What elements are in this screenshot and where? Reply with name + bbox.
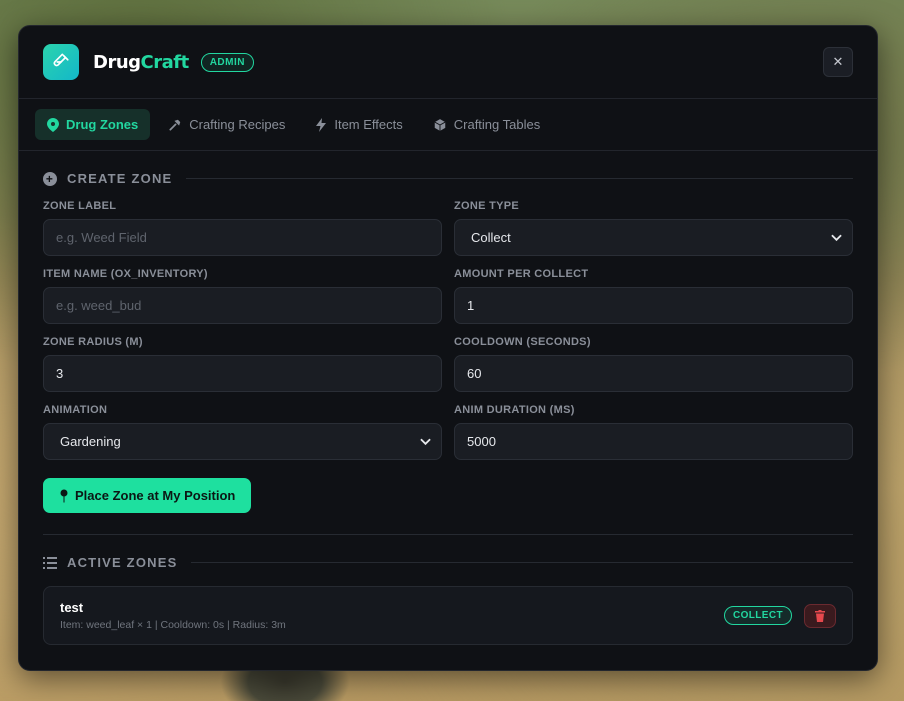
tab-item-effects[interactable]: Item Effects bbox=[303, 109, 414, 140]
field-label: ZONE LABEL bbox=[43, 200, 117, 212]
panel-header: DrugCraft ADMIN ✕ bbox=[19, 26, 877, 99]
animation-field: ANIMATION Gardening bbox=[43, 404, 442, 460]
tab-bar: Drug Zones Crafting Recipes Item Effects… bbox=[19, 99, 877, 151]
zone-radius-field: ZONE RADIUS (M) 3 bbox=[43, 336, 442, 392]
zone-info: test Item: weed_leaf × 1 | Cooldown: 0s … bbox=[60, 600, 286, 631]
cooldown-input[interactable]: 60 bbox=[454, 355, 853, 392]
brand-logo: DrugCraft bbox=[93, 52, 189, 73]
zone-type-field: ZONE TYPE Collect bbox=[454, 200, 853, 256]
anim-duration-field: ANIM DURATION (MS) 5000 bbox=[454, 404, 853, 460]
field-label: ANIM DURATION (MS) bbox=[454, 404, 575, 416]
create-zone-form: ZONE LABEL e.g. Weed Field ZONE TYPE Col… bbox=[43, 200, 853, 472]
brand-part-1: Drug bbox=[93, 51, 141, 73]
tab-content: + CREATE ZONE ZONE LABEL e.g. Weed Field… bbox=[19, 151, 877, 665]
close-button[interactable]: ✕ bbox=[823, 47, 853, 77]
admin-panel: DrugCraft ADMIN ✕ Drug Zones Crafting Re… bbox=[18, 25, 878, 671]
zone-actions: COLLECT bbox=[723, 603, 836, 628]
tab-label: Item Effects bbox=[334, 117, 403, 132]
field-label: COOLDOWN (SECONDS) bbox=[454, 336, 591, 348]
field-label: ZONE RADIUS (M) bbox=[43, 336, 143, 348]
zone-name: test bbox=[60, 600, 84, 615]
tab-label: Crafting Tables bbox=[453, 117, 541, 132]
field-label: AMOUNT PER COLLECT bbox=[454, 268, 589, 280]
list-icon bbox=[43, 556, 57, 569]
cooldown-field: COOLDOWN (SECONDS) 60 bbox=[454, 336, 853, 392]
zone-meta: Item: weed_leaf × 1 | Cooldown: 0s | Rad… bbox=[60, 619, 286, 631]
cube-icon bbox=[434, 118, 446, 131]
tab-label: Crafting Recipes bbox=[189, 117, 286, 132]
delete-zone-button[interactable] bbox=[804, 603, 836, 628]
hammer-icon bbox=[169, 119, 181, 131]
select-value: Collect bbox=[471, 230, 511, 245]
pushpin-icon bbox=[60, 489, 68, 502]
tab-crafting-tables[interactable]: Crafting Tables bbox=[421, 109, 552, 140]
chevron-down-icon bbox=[831, 234, 842, 241]
close-icon: ✕ bbox=[832, 54, 844, 69]
map-pin-icon bbox=[47, 117, 59, 132]
bolt-icon bbox=[316, 117, 327, 132]
field-label: ITEM NAME (OX_INVENTORY) bbox=[43, 268, 208, 280]
zone-radius-input[interactable]: 3 bbox=[43, 355, 442, 392]
field-label: ZONE TYPE bbox=[454, 200, 520, 212]
brand-part-2: Craft bbox=[140, 51, 190, 73]
zone-type-badge: COLLECT bbox=[723, 606, 792, 625]
tab-drug-zones[interactable]: Drug Zones bbox=[35, 109, 151, 140]
field-label: ANIMATION bbox=[43, 404, 108, 416]
plus-circle-icon: + bbox=[43, 171, 57, 186]
zone-list-item: test Item: weed_leaf × 1 | Cooldown: 0s … bbox=[43, 586, 853, 645]
section-divider-line bbox=[191, 562, 853, 563]
tab-label: Drug Zones bbox=[66, 117, 139, 132]
animation-select[interactable]: Gardening bbox=[43, 423, 442, 460]
tab-crafting-recipes[interactable]: Crafting Recipes bbox=[156, 109, 297, 140]
zone-label-input[interactable]: e.g. Weed Field bbox=[43, 219, 442, 256]
select-value: Gardening bbox=[60, 434, 121, 449]
trash-icon bbox=[815, 609, 825, 622]
place-zone-button[interactable]: Place Zone at My Position bbox=[43, 478, 252, 513]
active-zones-section-title: ACTIVE ZONES bbox=[43, 555, 853, 570]
section-divider-line bbox=[186, 178, 853, 179]
zone-label-field: ZONE LABEL e.g. Weed Field bbox=[43, 200, 442, 256]
test-tube-icon bbox=[43, 44, 79, 80]
section-title-text: CREATE ZONE bbox=[67, 171, 173, 186]
item-name-input[interactable]: e.g. weed_bud bbox=[43, 287, 442, 324]
item-name-field: ITEM NAME (OX_INVENTORY) e.g. weed_bud bbox=[43, 268, 442, 324]
create-zone-section-title: + CREATE ZONE bbox=[43, 171, 853, 186]
anim-duration-input[interactable]: 5000 bbox=[454, 423, 853, 460]
amount-per-collect-input[interactable]: 1 bbox=[454, 287, 853, 324]
section-title-text: ACTIVE ZONES bbox=[67, 555, 178, 570]
chevron-down-icon bbox=[420, 438, 431, 445]
section-divider bbox=[43, 534, 853, 535]
admin-badge: ADMIN bbox=[200, 52, 254, 72]
zone-type-select[interactable]: Collect bbox=[454, 219, 853, 256]
place-zone-label: Place Zone at My Position bbox=[75, 488, 236, 503]
amount-per-collect-field: AMOUNT PER COLLECT 1 bbox=[454, 268, 853, 324]
